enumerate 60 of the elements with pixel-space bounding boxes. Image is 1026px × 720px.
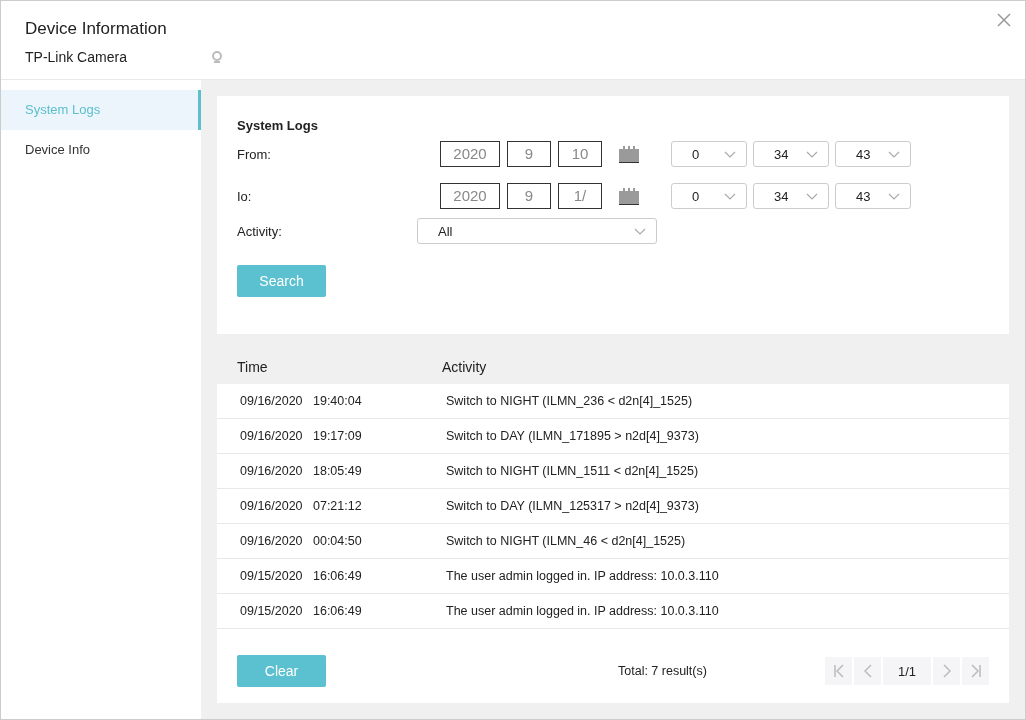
table-cell-text: Switch to DAY (ILMN_125317 > n2d[4]_9373) [445, 499, 700, 513]
time-dropdown[interactable]: 34 [753, 141, 829, 167]
table-cell-text: 09/15/2020 16:06:49 [239, 604, 363, 618]
table-cell-text: 09/15/2020 16:06:49 [239, 569, 363, 583]
page-indicator: 1/1 [883, 657, 931, 685]
column-header: Activity [442, 359, 488, 375]
month-field[interactable]: 9 [507, 141, 551, 167]
table-cell-text: 09/16/2020 00:04:50 [239, 534, 363, 548]
table-cell-text: Switch to NIGHT (ILMN_46 < d2n[4]_1525) [445, 534, 687, 548]
chevron-right-icon [942, 664, 951, 678]
calendar-icon[interactable] [619, 145, 639, 163]
field-label: From: [237, 146, 272, 162]
month-field[interactable]: 9 [507, 183, 551, 209]
camera-icon [212, 51, 222, 63]
chevron-down-icon [806, 150, 818, 158]
sidebar-item[interactable]: Device Info [1, 130, 201, 170]
time-dropdown[interactable]: 43 [835, 141, 911, 167]
sidebar-item[interactable]: System Logs [1, 90, 201, 130]
chevron-down-icon [724, 192, 736, 200]
next-page-button[interactable] [933, 657, 960, 685]
table-cell-text: Switch to NIGHT (ILMN_1511 < d2n[4]_1525) [445, 464, 700, 478]
activity-dropdown[interactable]: All [417, 218, 657, 244]
search-button[interactable]: Search [237, 265, 326, 297]
table-cell-text: Switch to NIGHT (ILMN_236 < d2n[4]_1525) [445, 394, 694, 408]
close-icon[interactable] [997, 13, 1011, 27]
window-title: Device Information [25, 19, 168, 39]
calendar-icon[interactable] [619, 187, 639, 205]
table-cell-text: 09/16/2020 18:05:49 [239, 464, 363, 478]
chevron-down-icon [888, 150, 900, 158]
first-page-icon [832, 664, 845, 678]
section-title: System Logs [237, 118, 319, 133]
time-dropdown[interactable]: 0 [671, 141, 747, 167]
field-label: Io: [237, 188, 253, 204]
clear-button[interactable]: Clear [237, 655, 326, 687]
chevron-down-icon [806, 192, 818, 200]
result-count: Total: 7 result(s) [618, 664, 707, 678]
day-field[interactable]: 1/ [558, 183, 602, 209]
year-field[interactable]: 2020 [440, 183, 500, 209]
last-page-button[interactable] [962, 657, 989, 685]
chevron-left-icon [863, 664, 872, 678]
time-dropdown[interactable]: 43 [835, 183, 911, 209]
first-page-button[interactable] [825, 657, 852, 685]
table-cell-text: 09/16/2020 19:40:04 [239, 394, 363, 408]
year-field[interactable]: 2020 [440, 141, 500, 167]
previous-page-button[interactable] [854, 657, 881, 685]
column-header: Time [236, 359, 269, 375]
field-label: Activity: [237, 223, 283, 239]
table-cell-text: 09/16/2020 07:21:12 [239, 499, 363, 513]
last-page-icon [969, 664, 982, 678]
time-dropdown[interactable]: 34 [753, 183, 829, 209]
chevron-down-icon [634, 227, 646, 235]
table-cell-text: 09/16/2020 19:17:09 [239, 429, 363, 443]
chevron-down-icon [888, 192, 900, 200]
chevron-down-icon [724, 150, 736, 158]
table-cell-text: The user admin logged in. IP address: 10.0.3.110 [445, 604, 720, 618]
table-cell-text: The user admin logged in. IP address: 10.0.3.110 [445, 569, 720, 583]
device-name: TP-Link Camera [25, 49, 128, 65]
table-cell-text: Switch to DAY (ILMN_171895 > n2d[4]_9373) [445, 429, 700, 443]
time-dropdown[interactable]: 0 [671, 183, 747, 209]
day-field[interactable]: 10 [558, 141, 602, 167]
